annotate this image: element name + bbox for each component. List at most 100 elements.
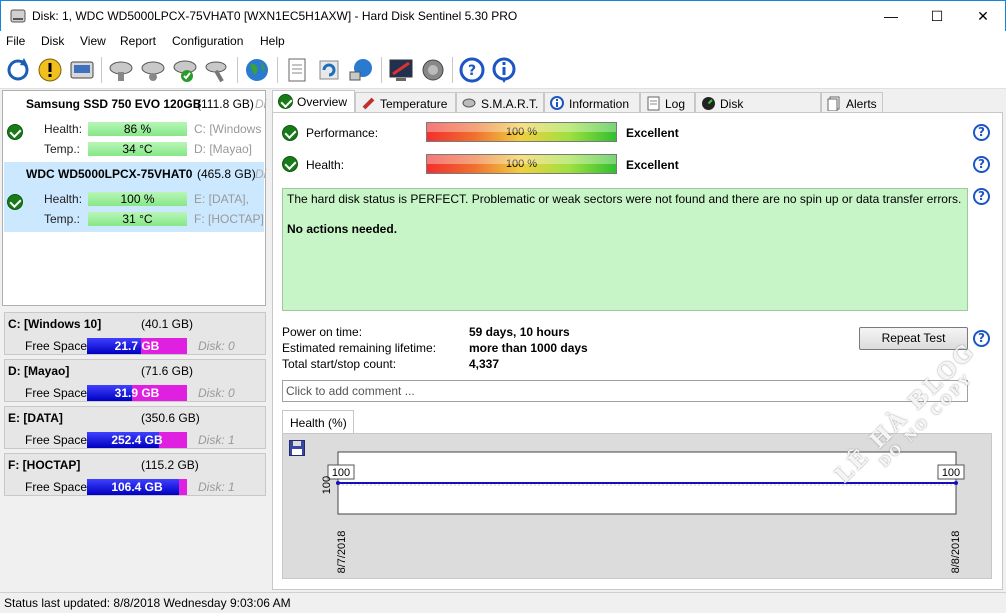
volume-size: (115.2 GB)	[141, 458, 199, 472]
free-space-bar: 106.4 GB	[87, 479, 187, 495]
info-icon[interactable]	[490, 56, 518, 84]
temp-bar: 31 °C	[88, 212, 187, 226]
partition-label: D: [Mayao]	[194, 142, 253, 156]
health-help-icon[interactable]: ?	[973, 156, 990, 173]
sound-icon[interactable]	[419, 56, 447, 84]
volume-entry[interactable]: F: [HOCTAP] (115.2 GB) Free Space 106.4 …	[4, 453, 266, 496]
volume-name: C: [Windows 10]	[8, 317, 102, 331]
partition-label: E: [DATA],	[194, 192, 249, 206]
volume-entry[interactable]: C: [Windows 10] (40.1 GB) Free Space 21.…	[4, 312, 266, 355]
log-icon	[647, 96, 660, 111]
volume-size: (350.6 GB)	[141, 411, 200, 425]
help-icon[interactable]: ?	[458, 56, 486, 84]
health-label: Health:	[44, 122, 83, 136]
volume-entry[interactable]: D: [Mayao] (71.6 GB) Free Space 31.9 GB …	[4, 359, 266, 402]
partition-label: F: [HOCTAP]	[194, 212, 264, 226]
volume-size: (40.1 GB)	[141, 317, 194, 331]
refresh-icon[interactable]	[4, 56, 32, 84]
menu-configuration[interactable]: Configuration	[172, 34, 243, 48]
toolbar-separator	[452, 57, 453, 83]
free-space-bar: 21.7 GB	[87, 338, 187, 354]
volume-disk: Disk: 1	[198, 480, 235, 494]
free-space-label: Free Space	[25, 433, 88, 447]
disk-entry-selected[interactable]: WDC WD5000LPCX-75VHAT0 (465.8 GB) Di Hea…	[4, 162, 267, 232]
tab-disk-performance[interactable]: Disk Performance	[695, 92, 821, 125]
toolbar-separator	[381, 57, 382, 83]
tab-health-chart[interactable]: Health (%)	[282, 410, 354, 433]
data-point	[336, 481, 340, 485]
disk-ok-icon[interactable]	[171, 56, 199, 84]
info-icon	[550, 96, 564, 110]
splitter[interactable]	[267, 90, 271, 590]
volume-disk: Disk: 0	[198, 386, 235, 400]
smart-disk-icon	[462, 98, 476, 108]
overview-panel: Performance: 100 % Excellent ? Health: 1…	[272, 112, 1003, 590]
minimize-button[interactable]: —	[868, 1, 914, 31]
disk-test-icon[interactable]	[107, 56, 135, 84]
menu-disk[interactable]: Disk	[41, 34, 64, 48]
ok-check-icon	[282, 125, 298, 141]
volume-size: (71.6 GB)	[141, 364, 194, 378]
status-help-icon[interactable]: ?	[973, 188, 990, 205]
tab-log[interactable]: Log	[640, 92, 695, 112]
tab-alerts[interactable]: Alerts	[821, 92, 883, 112]
free-space-value: 106.4 GB	[111, 480, 163, 494]
data-label: 100	[942, 467, 960, 479]
close-button[interactable]: ✕	[960, 1, 1006, 31]
free-space-label: Free Space	[25, 480, 88, 494]
free-space-value: 31.9 GB	[114, 386, 160, 400]
menu-view[interactable]: View	[80, 34, 106, 48]
disk-extra: Di	[255, 167, 267, 181]
tab-overview[interactable]: Overview	[272, 90, 355, 113]
tab-smart[interactable]: S.M.A.R.T.	[456, 92, 544, 112]
disk-name: Samsung SSD 750 EVO 120GB	[26, 97, 202, 111]
gauge-icon	[702, 97, 715, 110]
disk-wrench-icon[interactable]	[203, 56, 231, 84]
status-message: The hard disk status is PERFECT. Problem…	[282, 188, 968, 311]
warning-icon[interactable]	[36, 56, 64, 84]
menu-report[interactable]: Report	[120, 34, 156, 48]
disk-entry[interactable]: Samsung SSD 750 EVO 120GB (111.8 GB) Di …	[4, 92, 266, 162]
update-icon[interactable]	[315, 56, 343, 84]
settings-icon[interactable]	[387, 56, 415, 84]
power-on-value: 59 days, 10 hours	[469, 325, 570, 339]
disk-icon[interactable]	[68, 56, 96, 84]
maximize-button[interactable]: ☐	[914, 1, 960, 31]
health-rating: Excellent	[626, 158, 679, 172]
menu-file[interactable]: File	[6, 34, 25, 48]
toolbar: ?	[0, 51, 1006, 89]
disk-size: (111.8 GB)	[197, 97, 254, 111]
startstop-value: 4,337	[469, 357, 500, 371]
disk-size: (465.8 GB)	[197, 167, 256, 181]
ok-check-icon	[278, 94, 293, 109]
volume-name: F: [HOCTAP]	[8, 458, 81, 472]
performance-help-icon[interactable]: ?	[973, 124, 990, 141]
volume-disk: Disk: 1	[198, 433, 235, 447]
volume-name: D: [Mayao]	[8, 364, 70, 378]
hard-disk-icon	[10, 9, 26, 23]
health-label: Health:	[306, 158, 345, 172]
globe-icon[interactable]	[243, 56, 271, 84]
volume-name: E: [DATA]	[8, 411, 63, 425]
health-bar: 100 %	[88, 192, 187, 206]
health-bar: 100 %	[426, 154, 617, 174]
temp-label: Temp.:	[44, 212, 81, 226]
menu-help[interactable]: Help	[260, 34, 285, 48]
free-space-label: Free Space	[25, 386, 88, 400]
thermometer-icon	[362, 97, 375, 110]
power-on-label: Power on time:	[282, 325, 363, 339]
tab-information[interactable]: Information	[544, 92, 640, 112]
network-icon[interactable]	[347, 56, 375, 84]
lifetime-label: Estimated remaining lifetime:	[282, 341, 437, 355]
toolbar-separator	[101, 57, 102, 83]
startstop-label: Total start/stop count:	[282, 357, 397, 371]
disk-test-2-icon[interactable]	[139, 56, 167, 84]
tab-temperature[interactable]: Temperature	[355, 92, 456, 112]
report-icon[interactable]	[283, 56, 311, 84]
volume-entry[interactable]: E: [DATA] (350.6 GB) Free Space 252.4 GB…	[4, 406, 266, 449]
free-space-value: 21.7 GB	[114, 339, 160, 353]
comment-field[interactable]: Click to add comment ...	[282, 380, 968, 402]
free-space-bar: 252.4 GB	[87, 432, 187, 448]
health-label: Health:	[44, 192, 83, 206]
disk-list: Samsung SSD 750 EVO 120GB (111.8 GB) Di …	[2, 90, 266, 306]
